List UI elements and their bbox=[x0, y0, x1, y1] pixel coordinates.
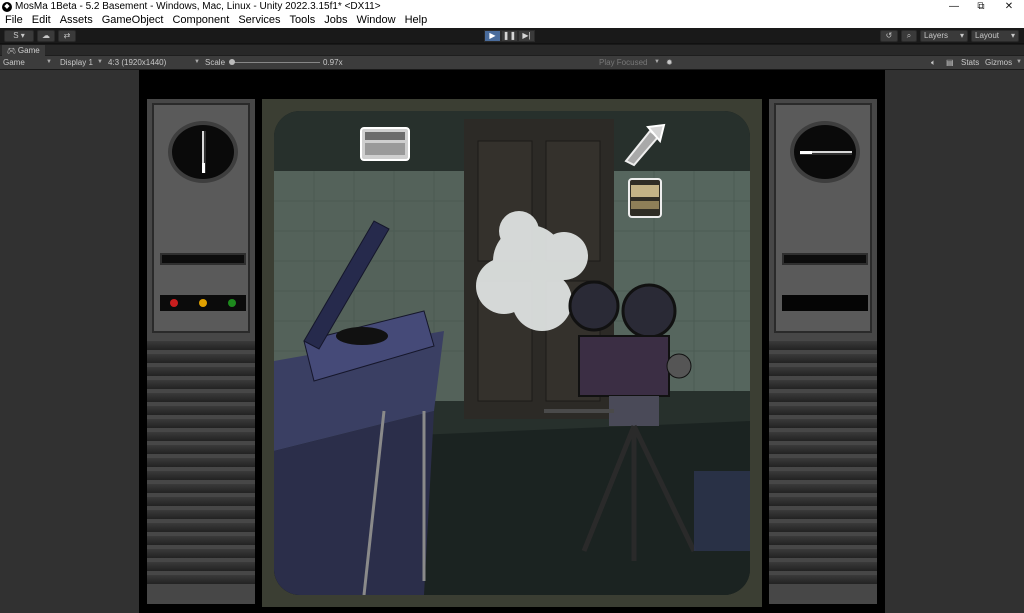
scale-value: 0.97x bbox=[323, 58, 343, 67]
scale-slider-track[interactable] bbox=[230, 62, 320, 63]
account-dropdown[interactable]: S ▾ bbox=[4, 30, 34, 42]
right-gauge bbox=[790, 121, 860, 183]
menu-assets[interactable]: Assets bbox=[55, 13, 97, 28]
right-blank-display bbox=[782, 295, 868, 311]
left-console-panel bbox=[147, 99, 255, 604]
chevron-down-icon: ▼ bbox=[46, 59, 52, 65]
basement-scene bbox=[274, 111, 750, 595]
left-console-upper bbox=[152, 103, 250, 333]
right-display-slot bbox=[782, 253, 868, 265]
mute-audio-icon[interactable]: 🔈︎ bbox=[931, 56, 936, 69]
chevron-down-icon: ▼ bbox=[1016, 59, 1022, 65]
title-bar: ◆ MosMa 1Beta - 5.2 Basement - Windows, … bbox=[0, 0, 1024, 13]
bug-icon[interactable]: ✹ bbox=[666, 56, 673, 69]
green-indicator-light bbox=[227, 299, 236, 307]
chevron-down-icon: ▾ bbox=[1010, 31, 1015, 40]
layout-dropdown[interactable]: Layout ▾ bbox=[971, 30, 1019, 42]
left-gauge bbox=[168, 121, 238, 183]
flashlight-icon[interactable] bbox=[620, 121, 668, 172]
play-focused-dropdown[interactable]: Play Focused bbox=[599, 56, 647, 69]
film-canister-icon[interactable] bbox=[627, 177, 663, 224]
unity-logo-icon: ◆ bbox=[2, 1, 12, 12]
resolution-dropdown[interactable]: 4:3 (1920x1440) bbox=[108, 56, 166, 69]
search-icon[interactable]: ⌕ bbox=[901, 30, 917, 42]
collab-icon[interactable]: ⇄ bbox=[58, 30, 76, 42]
right-console-upper bbox=[774, 103, 872, 333]
game-viewport bbox=[0, 70, 1024, 613]
tab-game-label: Game bbox=[17, 46, 40, 55]
display-dropdown[interactable]: Display 1 bbox=[60, 56, 93, 69]
amber-indicator-light bbox=[198, 299, 207, 307]
play-controls: ▶ ❚❚ ▶| bbox=[484, 30, 535, 42]
gizmos-dropdown[interactable]: Gizmos bbox=[985, 56, 1012, 69]
chevron-down-icon: ▼ bbox=[654, 59, 660, 65]
gauge-needle-icon bbox=[202, 131, 206, 173]
menu-component[interactable]: Component bbox=[167, 13, 233, 28]
menu-window[interactable]: Window bbox=[351, 13, 399, 28]
maximize-button[interactable]: ⧉ bbox=[967, 0, 995, 13]
game-mode-dropdown[interactable]: Game bbox=[3, 56, 25, 69]
pause-button[interactable]: ❚❚ bbox=[501, 30, 518, 42]
left-speaker-grille bbox=[147, 341, 255, 588]
scene-screen[interactable] bbox=[274, 111, 750, 595]
main-toolbar: S ▾ ☁ ⇄ ▶ ❚❚ ▶| ↺ ⌕ Layers ▾ Layout ▾ bbox=[0, 28, 1024, 44]
scale-label: Scale bbox=[205, 58, 226, 67]
layers-label: Layers bbox=[924, 31, 949, 40]
gauge-needle-icon bbox=[800, 151, 852, 155]
cloud-icon[interactable]: ☁ bbox=[37, 30, 55, 42]
menu-help[interactable]: Help bbox=[400, 13, 432, 28]
layout-label: Layout bbox=[975, 31, 1000, 40]
crt-monitor-frame bbox=[262, 99, 762, 607]
red-indicator-light bbox=[170, 299, 179, 307]
chevron-down-icon: ▾ bbox=[959, 31, 964, 40]
game-render[interactable] bbox=[139, 70, 885, 613]
menu-services[interactable]: Services bbox=[233, 13, 284, 28]
indicator-lights bbox=[160, 295, 246, 311]
stats-button[interactable]: Stats bbox=[961, 56, 979, 69]
right-speaker-grille bbox=[769, 341, 877, 588]
tape-recorder-icon[interactable] bbox=[360, 127, 410, 166]
menu-edit[interactable]: Edit bbox=[27, 13, 55, 28]
layers-dropdown[interactable]: Layers ▾ bbox=[920, 30, 968, 42]
menu-file[interactable]: File bbox=[0, 13, 27, 28]
gamepad-icon: 🎮︎ bbox=[7, 48, 16, 55]
history-icon[interactable]: ↺ bbox=[880, 30, 898, 42]
right-console-panel bbox=[769, 99, 877, 604]
chevron-down-icon: ▼ bbox=[194, 59, 200, 65]
step-button[interactable]: ▶| bbox=[518, 30, 535, 42]
play-button[interactable]: ▶ bbox=[484, 30, 501, 42]
tab-game[interactable]: 🎮︎ Game bbox=[2, 45, 45, 56]
minimize-button[interactable]: — bbox=[940, 0, 968, 13]
window-title: MosMa 1Beta - 5.2 Basement - Windows, Ma… bbox=[15, 1, 381, 12]
game-view-toolbar: Game ▼ Display 1 ▼ 4:3 (1920x1440) ▼ Sca… bbox=[0, 56, 1024, 69]
scale-slider-knob[interactable] bbox=[229, 59, 235, 65]
menu-gameobject[interactable]: GameObject bbox=[97, 13, 168, 28]
left-display-slot bbox=[160, 253, 246, 265]
account-label: S bbox=[13, 31, 19, 40]
menu-tools[interactable]: Tools bbox=[285, 13, 320, 28]
close-button[interactable]: ✕ bbox=[995, 0, 1023, 13]
gizmo-toggle-icon[interactable]: ▤ bbox=[946, 56, 954, 69]
chevron-down-icon: ▼ bbox=[97, 59, 103, 65]
tab-strip: 🎮︎ Game bbox=[0, 45, 1024, 56]
menu-jobs[interactable]: Jobs bbox=[319, 13, 351, 28]
menu-bar: File Edit Assets GameObject Component Se… bbox=[0, 13, 1024, 28]
